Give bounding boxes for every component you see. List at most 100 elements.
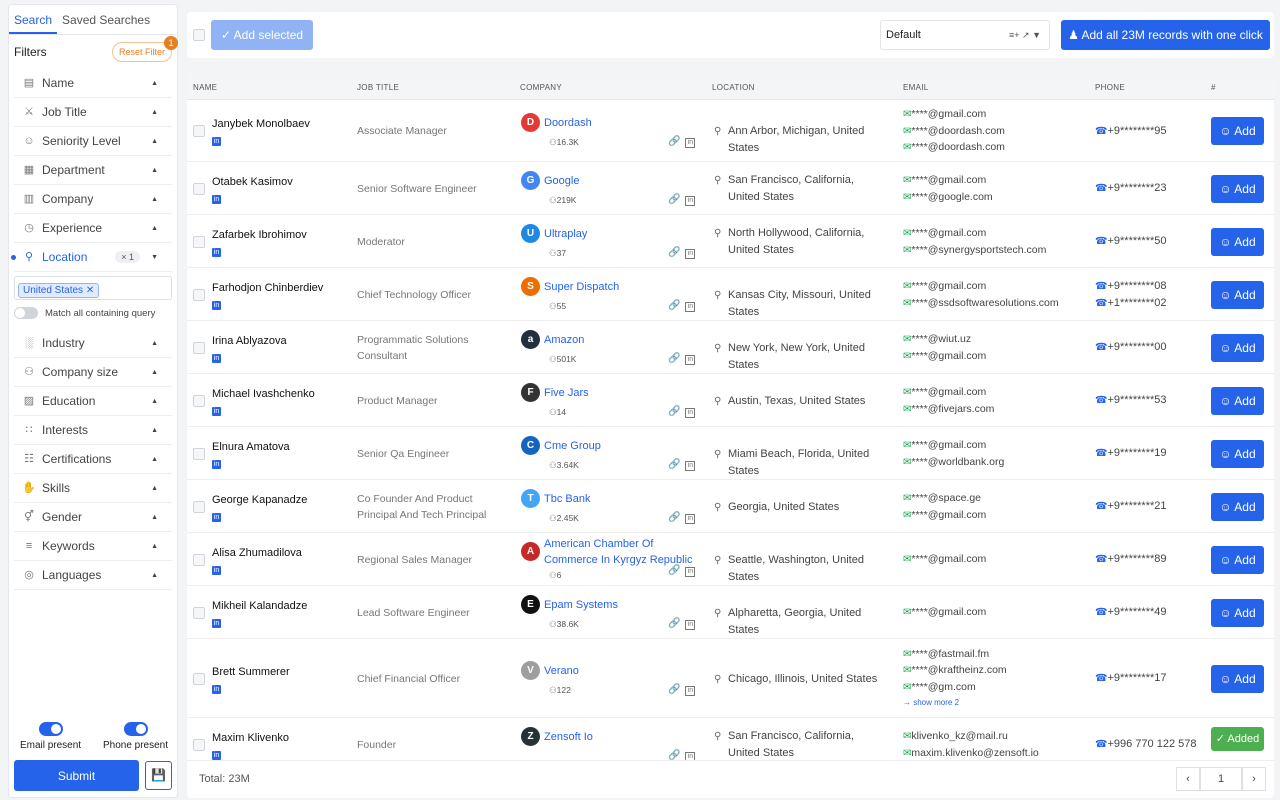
linkedin-icon[interactable]: in [685, 619, 696, 630]
add-button[interactable]: ☺ Add [1211, 664, 1264, 693]
person-name[interactable]: Janybek Monolbaev [212, 118, 310, 130]
email-item[interactable]: ****@ssdsoftwaresolutions.com [903, 295, 1058, 312]
email-item[interactable]: ****@gmail.com [903, 172, 993, 189]
add-all-button[interactable]: ♟ Add all 23M records with one click [1061, 20, 1270, 50]
add-button[interactable]: ☺ Add [1211, 545, 1264, 574]
person-name[interactable]: Otabek Kasimov [212, 176, 293, 188]
filter-seniority-level[interactable]: ☺ Seniority Level ▲ [14, 127, 172, 156]
add-button[interactable]: ☺ Add [1211, 280, 1264, 309]
company-name[interactable]: Google [544, 173, 704, 189]
email-item[interactable]: ****@wiut.uz [903, 331, 986, 348]
select-all-checkbox[interactable] [193, 29, 205, 41]
phone-item[interactable]: +9********21 [1095, 498, 1166, 515]
phone-item[interactable]: +996 770 122 578 [1095, 736, 1196, 753]
added-badge[interactable]: ✓ Added [1211, 726, 1264, 751]
email-item[interactable]: ****@gmail.com [903, 278, 1059, 295]
email-item[interactable]: ****@gmail.com [903, 225, 1046, 242]
table-row[interactable]: Irina Ablyazova in Programmatic Solutions … [187, 321, 1274, 374]
linkedin-icon[interactable]: in [685, 685, 696, 696]
filter-name[interactable]: ▤ Name ▲ [14, 69, 172, 98]
phone-item[interactable]: +9********19 [1095, 445, 1166, 462]
next-page-button[interactable]: › [1242, 767, 1266, 791]
row-checkbox[interactable] [193, 606, 205, 619]
linkedin-icon[interactable]: in [212, 353, 221, 363]
company-name[interactable]: Five Jars [544, 385, 704, 401]
row-checkbox[interactable] [193, 235, 205, 248]
company-name[interactable]: Tbc Bank [544, 491, 704, 507]
reset-filter-button[interactable]: Reset Filter 1 [111, 36, 178, 62]
linkedin-icon[interactable]: in [685, 460, 696, 471]
email-item[interactable]: ****@doordash.com [903, 139, 1005, 156]
email-item[interactable]: ****@synergysportstech.com [903, 242, 1046, 259]
linkedin-icon[interactable]: in [685, 138, 696, 148]
company-name[interactable]: Epam Systems [544, 597, 704, 613]
location-input[interactable]: United States ✕ [14, 276, 172, 300]
phone-item[interactable]: +9********00 [1095, 339, 1166, 356]
row-checkbox[interactable] [193, 553, 205, 566]
linkedin-icon[interactable]: in [685, 301, 696, 312]
phone-item[interactable]: +9********89 [1095, 551, 1166, 568]
email-item[interactable]: ****@doordash.com [903, 123, 1005, 140]
person-name[interactable]: Alisa Zhumadilova [212, 547, 302, 559]
link-icon[interactable]: 🔗 [668, 565, 680, 576]
person-name[interactable]: Zafarbek Ibrohimov [212, 229, 307, 241]
table-row[interactable]: Michael Ivashchenko in Product Manager F Fiv… [187, 374, 1274, 427]
phone-item[interactable]: +9********50 [1095, 233, 1166, 250]
link-icon[interactable]: 🔗 [668, 618, 680, 629]
email-item[interactable]: ****@gmail.com [903, 106, 1005, 123]
email-item[interactable]: ****@gmail.com [903, 384, 994, 401]
show-more-link[interactable]: → show more 2 [903, 695, 1007, 712]
person-name[interactable]: Brett Summerer [212, 666, 290, 678]
table-row[interactable]: Brett Summerer in Chief Financial Officer V… [187, 639, 1274, 718]
link-icon[interactable]: 🔗 [668, 136, 680, 147]
filter-department[interactable]: ▦ Department ▲ [14, 156, 172, 185]
company-name[interactable]: American Chamber Of Commerce In Kyrgyz R… [544, 536, 704, 568]
company-name[interactable]: Doordash [544, 115, 704, 131]
tab-search[interactable]: Search [9, 5, 58, 34]
filter-industry[interactable]: ░ Industry ▲ [14, 329, 172, 358]
match-all-toggle[interactable] [14, 307, 38, 319]
email-item[interactable]: klivenko_kz@mail.ru [903, 728, 1039, 745]
filter-skills[interactable]: ✋ Skills ▲ [14, 474, 172, 503]
add-button[interactable]: ☺ Add [1211, 227, 1264, 256]
linkedin-icon[interactable]: in [685, 513, 696, 524]
linkedin-icon[interactable]: in [685, 566, 696, 577]
linkedin-icon[interactable]: in [212, 512, 221, 522]
add-button[interactable]: ☺ Add [1211, 386, 1264, 415]
row-checkbox[interactable] [193, 182, 205, 195]
filter-keywords[interactable]: ≡ Keywords ▲ [14, 532, 172, 561]
link-icon[interactable]: 🔗 [668, 750, 680, 761]
linkedin-icon[interactable]: in [685, 195, 696, 206]
email-item[interactable]: ****@fastmail.fm [903, 646, 1007, 663]
row-checkbox[interactable] [193, 125, 205, 137]
email-item[interactable]: ****@fivejars.com [903, 401, 994, 418]
prev-page-button[interactable]: ‹ [1176, 767, 1200, 791]
linkedin-icon[interactable]: in [685, 407, 696, 418]
link-icon[interactable]: 🔗 [668, 512, 680, 523]
email-present-toggle[interactable] [38, 722, 63, 736]
row-checkbox[interactable] [193, 394, 205, 407]
company-name[interactable]: Cme Group [544, 438, 704, 454]
row-checkbox[interactable] [193, 738, 205, 751]
linkedin-icon[interactable]: in [212, 406, 221, 416]
table-row[interactable]: Farhodjon Chinberdiev in Chief Technology … [187, 268, 1274, 321]
phone-item[interactable]: +9********23 [1095, 180, 1166, 197]
close-icon[interactable]: ✕ [86, 285, 94, 296]
company-name[interactable]: Ultraplay [544, 226, 704, 242]
linkedin-icon[interactable]: in [212, 194, 221, 204]
linkedin-icon[interactable]: in [212, 750, 221, 760]
link-icon[interactable]: 🔗 [668, 247, 680, 258]
company-name[interactable]: Amazon [544, 332, 704, 348]
add-button[interactable]: ☺ Add [1211, 174, 1264, 203]
table-row[interactable]: Otabek Kasimov in Senior Software Engineer… [187, 162, 1274, 215]
email-item[interactable]: ****@gmail.com [903, 437, 1004, 454]
add-button[interactable]: ☺ Add [1211, 439, 1264, 468]
email-item[interactable]: ****@worldbank.org [903, 454, 1004, 471]
email-item[interactable]: ****@gmail.com [903, 507, 986, 524]
tab-saved-searches[interactable]: Saved Searches [57, 5, 155, 34]
add-button[interactable]: ☺ Add [1211, 598, 1264, 627]
add-selected-button[interactable]: ✓ Add selected [211, 20, 313, 50]
view-select[interactable]: Default ≡+ ↗ ▼ [880, 20, 1050, 50]
filter-experience[interactable]: ◷ Experience ▲ [14, 214, 172, 243]
linkedin-icon[interactable]: in [212, 565, 221, 575]
